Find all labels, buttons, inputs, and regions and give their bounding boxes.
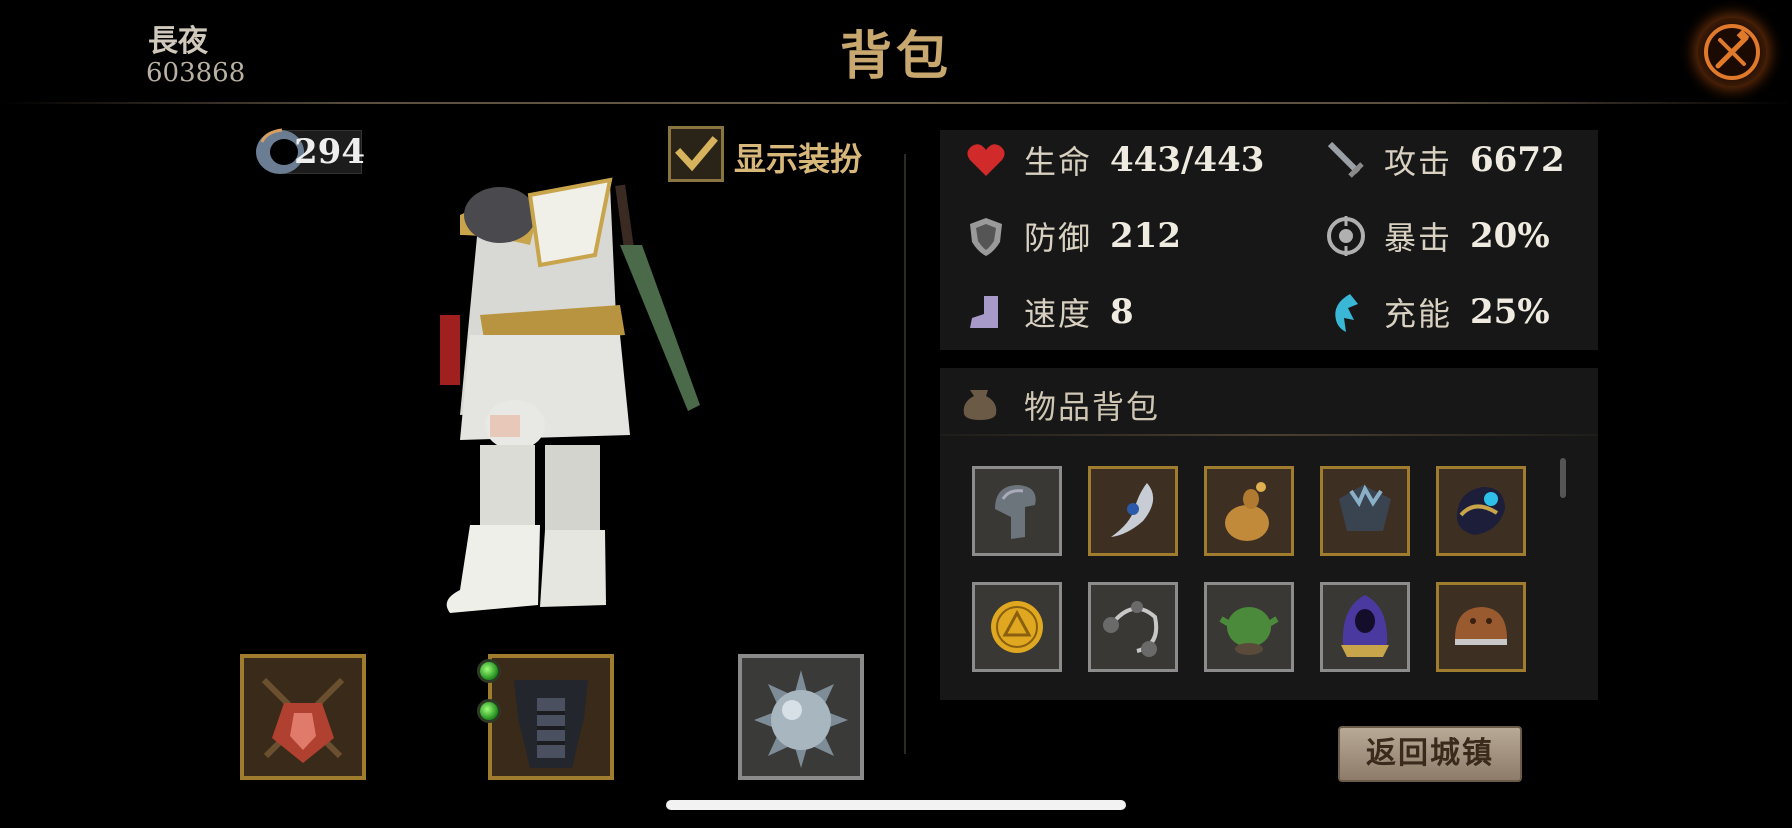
stat-value: 212 (1110, 216, 1181, 256)
stat-label: 速度 (1024, 295, 1093, 333)
gold-coin-icon (991, 601, 1043, 653)
stats-panel: 生命 443/443 攻击 6672 防御 212 暴击 20% 速度 8 充能 (940, 130, 1598, 350)
gem-socket-icon (477, 699, 501, 723)
inventory-panel: 物品背包 (940, 368, 1598, 700)
stat-crit: 暴击 20% (1324, 206, 1550, 266)
inventory-item[interactable] (1088, 582, 1178, 672)
equip-slot-weapon[interactable] (240, 654, 366, 780)
stat-energy: 充能 25% (1324, 282, 1550, 342)
inventory-divider (940, 434, 1598, 436)
stat-hp: 生命 443/443 (964, 130, 1264, 190)
character-model[interactable] (420, 175, 720, 625)
header-divider (0, 102, 1792, 104)
stat-label: 生命 (1024, 143, 1093, 181)
stat-label: 防御 (1024, 219, 1093, 257)
gem-amulet-icon (1457, 487, 1505, 535)
sword-icon (1324, 138, 1368, 182)
stat-defense: 防御 212 (964, 206, 1181, 266)
stat-value: 6672 (1470, 140, 1565, 180)
purple-hood-icon (1341, 595, 1389, 657)
equip-slot-accessory[interactable] (738, 654, 864, 780)
inventory-item[interactable] (1436, 466, 1526, 556)
stat-label: 攻击 (1384, 143, 1453, 181)
inventory-item[interactable] (1088, 466, 1178, 556)
currency-display: 294 (252, 122, 365, 178)
inventory-item[interactable] (1436, 582, 1526, 672)
inventory-item[interactable] (1204, 466, 1294, 556)
shield-icon (964, 214, 1008, 258)
checkmark-icon (675, 136, 718, 172)
inventory-scrollbar[interactable] (1560, 458, 1566, 498)
pendant-icon (1111, 483, 1154, 537)
return-to-town-button[interactable]: 返回城镇 (1338, 726, 1522, 782)
gem-socket-icon (477, 659, 501, 683)
stat-label: 暴击 (1384, 219, 1453, 257)
chest-armor-icon (514, 680, 588, 768)
stat-value: 8 (1110, 292, 1134, 332)
spiked-ball-icon (754, 670, 848, 768)
crossed-tools-icon (1704, 24, 1760, 80)
show-costume-checkbox[interactable] (668, 126, 724, 182)
spiked-flail-icon (1103, 601, 1159, 657)
stat-attack: 攻击 6672 (1324, 130, 1565, 190)
currency-value: 294 (294, 132, 365, 172)
leather-cap-icon (1455, 607, 1507, 645)
stat-value: 20% (1470, 216, 1550, 256)
stat-label: 充能 (1384, 295, 1453, 333)
show-costume-label[interactable]: 显示装扮 (734, 134, 862, 180)
inventory-item[interactable] (972, 466, 1062, 556)
stat-speed: 速度 8 (964, 282, 1134, 342)
potion-gourd-icon (1225, 482, 1269, 541)
page-title: 背包 (839, 26, 952, 87)
inventory-item[interactable] (972, 582, 1062, 672)
crossed-blades-icon (261, 677, 345, 763)
inventory-item[interactable] (1320, 466, 1410, 556)
pauldron-icon (1339, 484, 1391, 531)
stat-value: 25% (1470, 292, 1550, 332)
home-indicator[interactable] (666, 800, 1126, 810)
helmet-icon (995, 485, 1036, 539)
inventory-title: 物品背包 (1024, 388, 1161, 426)
close-button[interactable] (1698, 18, 1766, 86)
boot-icon (964, 290, 1008, 334)
heart-icon (964, 138, 1008, 182)
bag-icon (963, 390, 997, 420)
energy-icon (1324, 290, 1368, 334)
stat-value: 443/443 (1110, 140, 1265, 180)
crit-icon (1324, 214, 1368, 258)
panel-divider (904, 154, 906, 754)
goblin-mask-icon (1219, 607, 1279, 655)
inventory-item[interactable] (1204, 582, 1294, 672)
equip-slot-armor[interactable] (488, 654, 614, 780)
inventory-item[interactable] (1320, 582, 1410, 672)
